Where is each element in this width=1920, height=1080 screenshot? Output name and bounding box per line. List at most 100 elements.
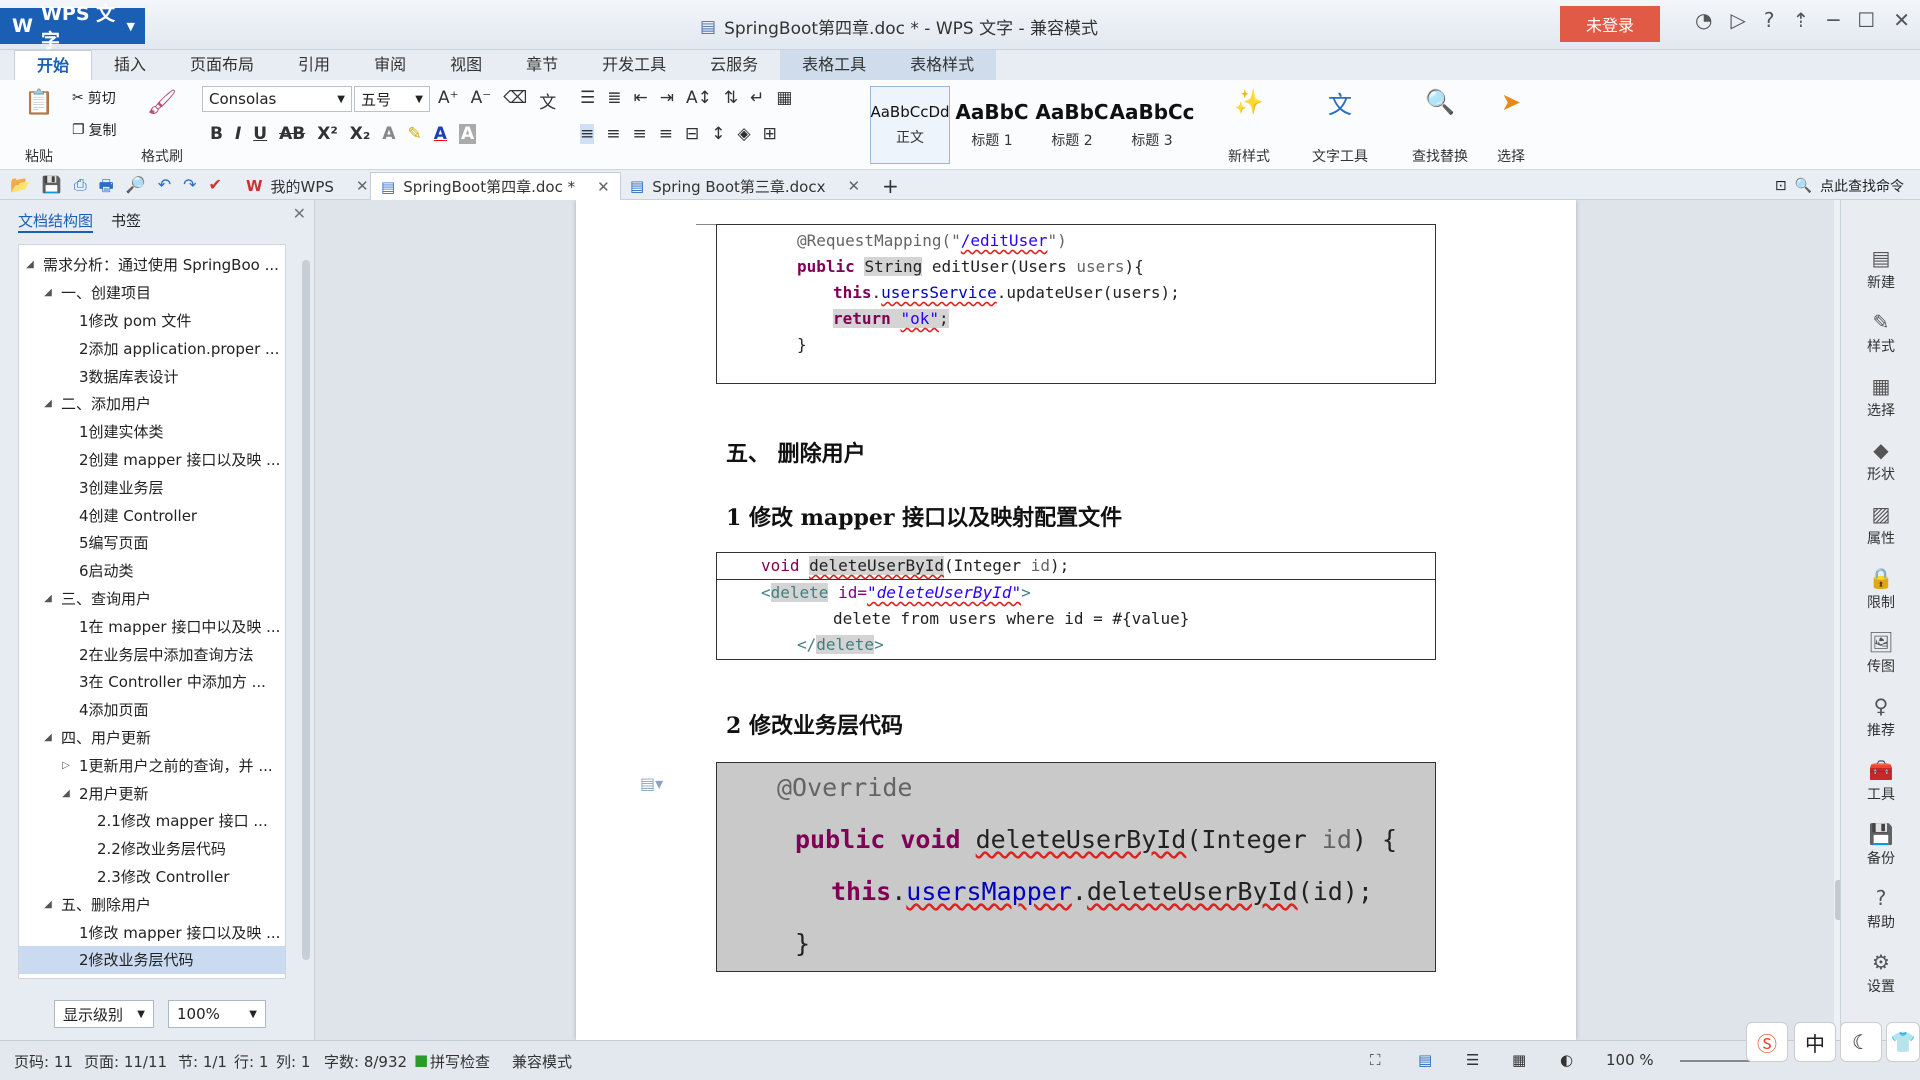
tab-home[interactable]: 开始 <box>14 50 93 80</box>
outline-node[interactable]: ◢ 二、添加用户 <box>19 390 285 418</box>
document-page[interactable]: @RequestMapping("/editUser") public Stri… <box>576 200 1576 1040</box>
close-icon[interactable]: ✕ <box>1893 8 1910 32</box>
undo-icon[interactable]: ↶ <box>158 175 171 202</box>
app-menu-button[interactable]: W WPS 文字 ▼ <box>0 3 145 52</box>
outline-node[interactable]: ◢ 2用户更新 <box>19 779 285 807</box>
copy-button[interactable]: ❐ 复制 <box>72 120 117 140</box>
tab-bookmark[interactable]: 书签 <box>111 210 141 233</box>
text-direction-icon[interactable]: A↕ <box>686 88 712 108</box>
outline-node[interactable]: 1修改 pom 文件 <box>19 307 285 335</box>
outline-node[interactable]: 6启动类 <box>19 557 285 585</box>
expand-toggle-icon[interactable]: ◢ <box>41 593 55 604</box>
outline-node[interactable]: 1在 mapper 接口中以及映 ... <box>19 612 285 640</box>
text-effect-icon[interactable]: A <box>382 124 395 144</box>
style-heading-1[interactable]: AaBbC 标题 1 <box>952 86 1032 164</box>
tab-document-active[interactable]: ▤ SpringBoot第四章.doc * ✕ <box>370 172 621 200</box>
tab-page-layout[interactable]: 页面布局 <box>168 50 276 80</box>
subscript-icon[interactable]: X₂ <box>350 124 371 144</box>
outline-node[interactable]: ◢ 一、创建项目 <box>19 279 285 307</box>
text-tools-button[interactable]: 文 文字工具 <box>1300 84 1380 166</box>
line-spacing-icon[interactable]: ↕ <box>711 124 725 144</box>
outline-node[interactable]: 2.3修改 Controller <box>19 863 285 891</box>
cut-button[interactable]: ✂ 剪切 <box>72 88 117 108</box>
underline-icon[interactable]: U <box>253 124 267 144</box>
font-size-select[interactable]: 五号 ▼ <box>354 86 430 112</box>
close-tab-icon[interactable]: ✕ <box>597 178 610 196</box>
paste-button[interactable]: 📋 粘贴 <box>14 84 64 166</box>
outline-view-icon[interactable]: ☰ <box>1466 1051 1479 1069</box>
outline-node[interactable]: 3创建业务层 <box>19 473 285 501</box>
font-color-icon[interactable]: A <box>434 124 447 144</box>
format-painter-button[interactable]: 🖌 格式刷 <box>132 84 192 166</box>
skin-icon[interactable]: ◔ <box>1695 8 1712 32</box>
outline-node[interactable]: 4添加页面 <box>19 696 285 724</box>
bold-icon[interactable]: B <box>210 124 223 144</box>
strikethrough-icon[interactable]: AB <box>279 124 305 144</box>
tab-my-wps[interactable]: W 我的WPS ✕ <box>236 172 379 200</box>
paragraph-menu-icon[interactable]: ▤▾ <box>640 774 663 793</box>
sidebar-item-settings[interactable]: ⚙ 设置 <box>1841 950 1920 996</box>
superscript-icon[interactable]: X² <box>317 124 338 144</box>
display-level-select[interactable]: 显示级别 ▼ <box>54 1000 154 1028</box>
outline-node[interactable]: ◢ 四、用户更新 <box>19 724 285 752</box>
increase-indent-icon[interactable]: ⇥ <box>660 88 674 108</box>
maximize-icon[interactable]: ☐ <box>1857 8 1875 32</box>
char-shading-icon[interactable]: A <box>458 124 477 144</box>
outline-node[interactable]: 2添加 application.proper ... <box>19 334 285 362</box>
fullscreen-icon[interactable]: ⛶ <box>1370 1051 1381 1069</box>
sidebar-item-select[interactable]: ▦ 选择 <box>1841 374 1920 420</box>
web-view-icon[interactable]: ▦ <box>1512 1051 1526 1069</box>
align-left-icon[interactable]: ≡ <box>580 124 595 144</box>
paragraph-mark-icon[interactable]: ↵ <box>750 88 764 108</box>
close-icon[interactable]: ✕ <box>293 204 306 223</box>
outline-node[interactable]: 2修改业务层代码 <box>19 945 285 974</box>
phonetic-icon[interactable]: 文 <box>539 88 556 113</box>
outline-node[interactable]: 2在业务层中添加查询方法 <box>19 640 285 668</box>
outline-node[interactable]: 2.1修改 mapper 接口 ... <box>19 807 285 835</box>
tab-chapter[interactable]: 章节 <box>504 50 580 80</box>
tab-outline[interactable]: 文档结构图 <box>18 210 94 233</box>
expand-toggle-icon[interactable]: ◢ <box>41 732 55 743</box>
outline-node[interactable]: 1创建实体类 <box>19 418 285 446</box>
sidebar-item-upload-image[interactable]: 🖼 传图 <box>1841 630 1920 676</box>
align-right-icon[interactable]: ≡ <box>633 124 647 144</box>
expand-toggle-icon[interactable]: ◢ <box>59 788 73 799</box>
ime-chinese-toggle[interactable]: 中 <box>1794 1022 1836 1062</box>
tab-document-2[interactable]: ▤ Spring Boot第三章.docx ✕ <box>620 172 870 200</box>
export-pdf-icon[interactable]: ⎙ <box>74 175 87 202</box>
page-view-icon[interactable]: ▤ <box>1418 1051 1432 1069</box>
tab-developer[interactable]: 开发工具 <box>580 50 688 80</box>
tab-table-tools[interactable]: 表格工具 <box>780 50 889 80</box>
zoom-slider[interactable] <box>1680 1060 1750 1062</box>
status-zoom[interactable]: 100 % <box>1606 1051 1654 1069</box>
expand-toggle-icon[interactable]: ▷ <box>59 760 73 771</box>
moon-icon[interactable]: ☾ <box>1840 1022 1882 1062</box>
help-icon[interactable]: ? <box>1764 8 1775 32</box>
numbered-list-icon[interactable]: ≣ <box>607 88 621 108</box>
tab-insert[interactable]: 插入 <box>92 50 168 80</box>
clear-format-icon[interactable]: ⌫ <box>503 88 527 113</box>
highlight-icon[interactable]: ✎ <box>408 124 422 144</box>
input-method-icon[interactable]: Ⓢ <box>1746 1022 1788 1062</box>
shirt-icon[interactable]: 👕 <box>1886 1022 1920 1062</box>
sidebar-item-shape[interactable]: ◆ 形状 <box>1841 438 1920 484</box>
sidebar-item-style[interactable]: ✎ 样式 <box>1841 310 1920 356</box>
outline-node[interactable]: 4创建 Controller <box>19 501 285 529</box>
nav-scrollbar[interactable] <box>302 260 310 960</box>
outline-node[interactable]: 2.2修改业务层代码 <box>19 835 285 863</box>
style-normal[interactable]: AaBbCcDd 正文 <box>870 86 950 164</box>
table-icon[interactable]: ▦ <box>776 88 792 108</box>
distribute-icon[interactable]: ⊟ <box>685 124 699 144</box>
shading-icon[interactable]: ◈ <box>738 124 751 144</box>
outline-node[interactable]: ▷ 1更新用户之前的查询，并 ... <box>19 751 285 779</box>
justify-icon[interactable]: ≡ <box>659 124 673 144</box>
bullet-list-icon[interactable]: ☰ <box>580 88 595 108</box>
collapse-ribbon-icon[interactable]: ⇡ <box>1792 8 1809 32</box>
feedback-icon[interactable]: ▷ <box>1730 8 1745 32</box>
expand-toggle-icon[interactable]: ◢ <box>23 259 37 270</box>
new-tab-button[interactable]: + <box>872 172 909 200</box>
sidebar-item-restrict[interactable]: 🔒 限制 <box>1841 566 1920 612</box>
decrease-indent-icon[interactable]: ⇤ <box>634 88 648 108</box>
shrink-font-icon[interactable]: A⁻ <box>471 88 492 113</box>
eye-protect-icon[interactable]: ◐ <box>1560 1051 1573 1069</box>
